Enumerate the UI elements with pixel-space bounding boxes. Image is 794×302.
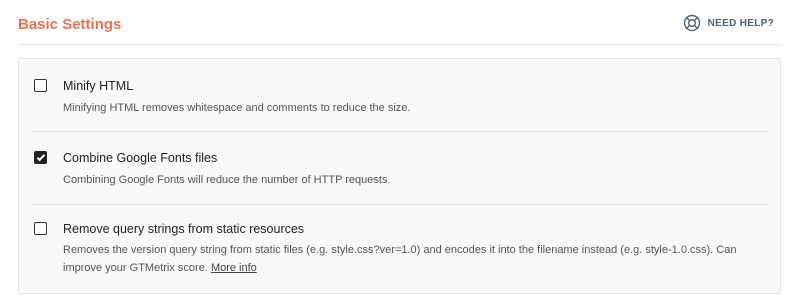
section-title: Basic Settings (18, 16, 122, 33)
minify-html-label[interactable]: Minify HTML (63, 79, 133, 93)
need-help-button[interactable]: NEED HELP? (683, 14, 774, 32)
combine-google-fonts-label[interactable]: Combine Google Fonts files (63, 151, 217, 165)
remove-query-strings-checkbox[interactable] (34, 222, 47, 235)
option-remove-query-strings: Remove query strings from static resourc… (19, 205, 780, 293)
need-help-label: NEED HELP? (707, 17, 774, 29)
lifebuoy-icon (683, 14, 700, 32)
minify-html-checkbox[interactable] (34, 79, 47, 92)
option-combine-google-fonts: Combine Google Fonts files Combining Goo… (19, 132, 780, 204)
more-info-link[interactable]: More info (211, 262, 257, 274)
remove-query-strings-description: Removes the version query string from st… (63, 244, 737, 274)
minify-html-description: Minifying HTML removes whitespace and co… (63, 102, 411, 114)
combine-google-fonts-description: Combining Google Fonts will reduce the n… (63, 174, 391, 186)
checkmark-icon (36, 152, 45, 161)
option-minify-html: Minify HTML Minifying HTML removes white… (19, 59, 780, 131)
remove-query-strings-label[interactable]: Remove query strings from static resourc… (63, 222, 304, 236)
settings-card: Minify HTML Minifying HTML removes white… (18, 58, 781, 294)
section-header: Basic Settings NEED HELP? (18, 0, 780, 45)
remove-query-strings-description-block: Removes the version query string from st… (63, 241, 763, 277)
combine-google-fonts-checkbox[interactable] (34, 151, 47, 164)
